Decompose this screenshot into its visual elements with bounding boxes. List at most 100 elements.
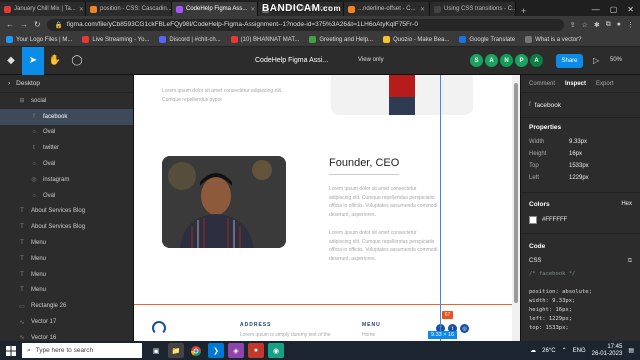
layer-item[interactable]: T Menu xyxy=(0,283,133,299)
task-view-icon[interactable]: ▣ xyxy=(148,343,164,358)
tray-chevron-icon[interactable]: ⌃ xyxy=(562,347,567,354)
layer-item[interactable]: ◎ instagram xyxy=(0,172,133,188)
role-divider xyxy=(329,174,399,175)
comment-tool-icon[interactable]: ◯ xyxy=(66,47,88,75)
layer-item[interactable]: ▭ Rectangle 26 xyxy=(0,298,133,314)
notification-icon[interactable]: ▤ xyxy=(628,347,634,354)
collaborator-avatar[interactable]: P xyxy=(515,54,528,67)
zoom-level[interactable]: 50% xyxy=(610,57,622,63)
language-indicator[interactable]: ENG xyxy=(573,348,586,354)
collaborator-avatar[interactable]: A xyxy=(485,54,498,67)
app2-icon[interactable]: ◉ xyxy=(268,343,284,358)
forward-icon[interactable]: → xyxy=(20,20,28,29)
property-value[interactable]: 1229px xyxy=(569,175,589,181)
layer-item[interactable]: f facebook xyxy=(0,108,133,125)
reload-icon[interactable]: ↻ xyxy=(34,20,41,29)
browser-tab[interactable]: CodeHelp Figma Ass... ✕ xyxy=(172,2,258,16)
extension-icon[interactable]: ✱ xyxy=(594,21,600,29)
color-format-select[interactable]: Hex xyxy=(621,201,632,208)
code-lang-select[interactable]: CSS xyxy=(529,258,541,265)
bookmark-item[interactable]: Your Logo Files | M... xyxy=(6,36,72,43)
browser-tab[interactable]: ...nderline-offset - C... ✕ xyxy=(344,2,430,16)
bandicam-icon[interactable]: ● xyxy=(248,343,264,358)
expand-icon: › xyxy=(8,80,11,87)
new-tab-button[interactable]: + xyxy=(516,6,531,16)
property-row: Top 1533px xyxy=(529,160,632,172)
maximize-icon[interactable]: ▢ xyxy=(610,5,618,14)
layer-item[interactable]: T About Services Blog xyxy=(0,204,133,220)
layer-item[interactable]: T Menu xyxy=(0,251,133,267)
tab-close-icon[interactable]: ✕ xyxy=(250,6,255,13)
layer-item[interactable]: ○ Oval xyxy=(0,188,133,204)
collaborator-avatar[interactable]: N xyxy=(500,54,513,67)
collaborator-avatar[interactable]: S xyxy=(470,54,483,67)
property-value[interactable]: 16px xyxy=(569,151,582,157)
vscode-icon[interactable]: ❯ xyxy=(208,343,224,358)
tab-inspect[interactable]: Inspect xyxy=(565,81,586,87)
layer-item[interactable]: T Menu xyxy=(0,235,133,251)
hand-tool-icon[interactable]: ✋ xyxy=(44,47,66,75)
bookmark-star-icon[interactable]: ☆ xyxy=(582,21,588,29)
layer-label: facebook xyxy=(43,113,68,120)
layer-item[interactable]: T About Services Blog xyxy=(0,219,133,235)
layer-item[interactable]: T Menu xyxy=(0,267,133,283)
canvas-scrollbar[interactable] xyxy=(512,75,520,341)
view-only-label[interactable]: View only xyxy=(358,57,384,63)
clock[interactable]: 17:45 26-01-2023 xyxy=(592,344,623,358)
design-canvas[interactable]: Lorem ipsum dolor sit amet consectetur a… xyxy=(134,75,520,341)
bookmark-item[interactable]: Quozio - Make Bea... xyxy=(383,36,449,43)
browser-tab[interactable]: Using CSS transitions - C...✕ xyxy=(430,2,516,16)
bookmark-item[interactable]: (10) BHANNAT MAT... xyxy=(230,36,299,43)
url-field[interactable]: 🔒 figma.com/file/yCb8593CG1ckFBLeFQy98l/… xyxy=(46,18,564,31)
move-tool-icon[interactable]: ➤ xyxy=(22,46,44,75)
document-title[interactable]: CodeHelp Figma Assi... xyxy=(255,57,328,64)
layer-item[interactable]: ∿ Vector 16 xyxy=(0,330,133,341)
layer-item[interactable]: ⊞ social xyxy=(0,93,133,109)
tab-export[interactable]: Export xyxy=(596,81,613,87)
layer-item[interactable]: ○ Oval xyxy=(0,125,133,141)
taskbar-search[interactable]: ⌕ Type here to search xyxy=(22,343,142,358)
color-row[interactable]: #FFFFFF xyxy=(529,216,632,224)
page-selector[interactable]: › Desktop xyxy=(0,75,133,93)
collaborator-avatar[interactable]: A xyxy=(530,54,543,67)
chrome-icon[interactable] xyxy=(188,343,204,358)
layer-item[interactable]: ○ Oval xyxy=(0,156,133,172)
file-explorer-icon[interactable]: 📁 xyxy=(168,343,184,358)
app-icon[interactable]: ◈ xyxy=(228,343,244,358)
scrollbar-thumb[interactable] xyxy=(514,83,518,303)
browser-tab[interactable]: January Chill Mix | Ta... ✕ xyxy=(0,2,86,16)
copy-icon[interactable]: ⧉ xyxy=(628,258,632,265)
browser-tab[interactable]: position - CSS: Cascadin...✕ xyxy=(86,2,172,16)
weather-temp[interactable]: 26°C xyxy=(542,348,555,354)
tab-comment[interactable]: Comment xyxy=(529,81,555,87)
instagram-icon[interactable]: ◎ xyxy=(460,324,469,333)
bookmark-item[interactable]: Live Streaming - Yo... xyxy=(82,36,149,43)
bookmark-item[interactable]: Discord | #chit-ch... xyxy=(159,36,221,43)
page-name: Desktop xyxy=(16,80,41,87)
property-value[interactable]: 1533px xyxy=(569,163,589,169)
bookmark-item[interactable]: What is a vector? xyxy=(525,36,581,43)
share-button[interactable]: Share xyxy=(556,54,583,68)
layer-item[interactable]: ∿ Vector 17 xyxy=(0,314,133,330)
tab-close-icon[interactable]: ✕ xyxy=(420,6,425,13)
back-icon[interactable]: ← xyxy=(6,20,14,29)
layer-item[interactable]: t twitter xyxy=(0,140,133,156)
share-page-icon[interactable]: ⇪ xyxy=(570,21,576,29)
clock-time: 17:45 xyxy=(607,343,623,350)
minimize-icon[interactable]: — xyxy=(592,5,600,14)
bookmark-item[interactable]: Greeting and Help... xyxy=(309,36,373,43)
puzzle-icon[interactable]: ⧉ xyxy=(606,21,611,29)
menu-icon[interactable]: ⋮ xyxy=(627,21,634,29)
code-block[interactable]: /* facebook */ position: absolute; width: … xyxy=(529,271,632,334)
present-icon[interactable]: ▷ xyxy=(593,56,599,65)
property-value[interactable]: 9.33px xyxy=(569,139,587,145)
tab-close-icon[interactable]: ✕ xyxy=(79,6,84,13)
windows-start-icon[interactable] xyxy=(0,341,22,360)
bookmark-item[interactable]: Google Translate xyxy=(459,36,515,43)
colors-section: Colors Hex #FFFFFF xyxy=(521,201,640,224)
close-icon[interactable]: ✕ xyxy=(627,5,634,14)
figma-menu-icon[interactable]: ◆ xyxy=(0,47,22,75)
profile-icon[interactable]: ● xyxy=(617,21,621,29)
bookmark-label: Your Logo Files | M... xyxy=(16,36,73,43)
collaborator-avatars: SANPA xyxy=(470,54,543,67)
